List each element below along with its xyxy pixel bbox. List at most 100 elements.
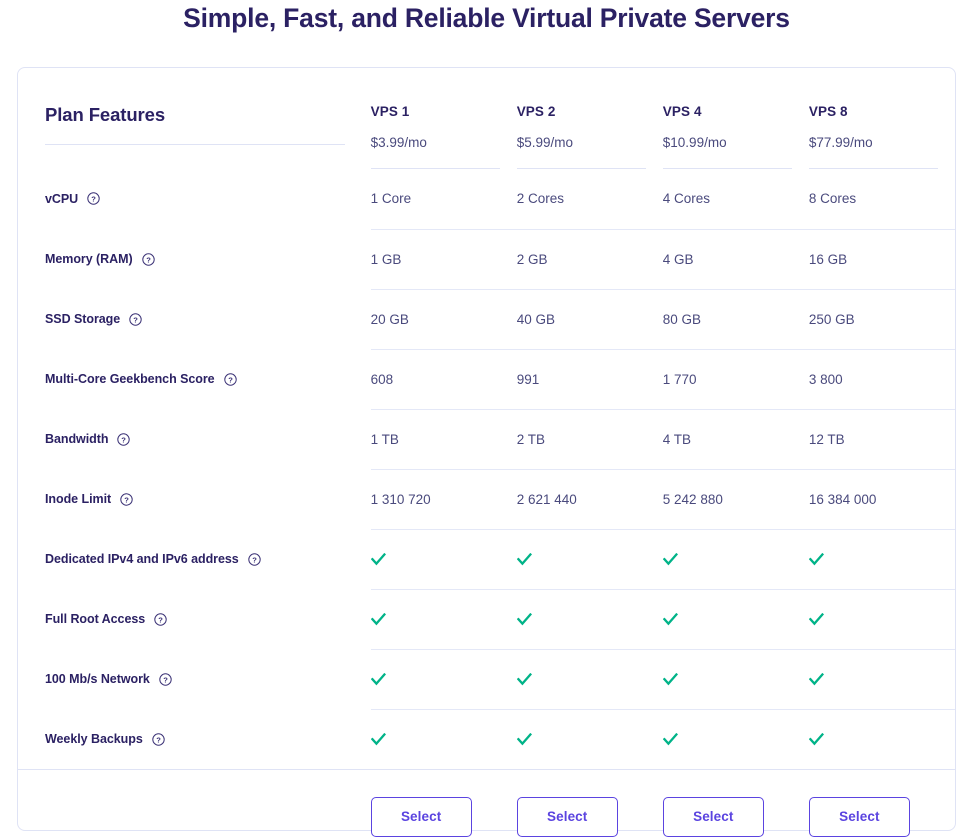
svg-text:?: ? xyxy=(124,495,129,504)
table-row: Dedicated IPv4 and IPv6 address? xyxy=(18,529,955,590)
feature-value-cell: 608 xyxy=(370,349,517,410)
feature-value-cell xyxy=(662,709,809,770)
feature-value-text: 250 GB xyxy=(808,311,855,327)
feature-value-text: 1 770 xyxy=(662,371,697,387)
table-row: Inode Limit? 1 310 720 2 621 440 5 242 880 1… xyxy=(18,469,955,530)
feature-value-text: 2 Cores xyxy=(516,191,564,207)
plan-name: VPS 4 xyxy=(662,104,702,119)
plan-price: $5.99/mo xyxy=(516,135,573,150)
feature-value-cell: 40 GB xyxy=(516,289,663,350)
feature-value-cell: 80 GB xyxy=(662,289,809,350)
feature-value-cell: 4 GB xyxy=(662,229,809,290)
feature-value-text: 1 GB xyxy=(370,251,402,267)
feature-label: SSD Storage? xyxy=(45,312,142,326)
feature-value-cell: 991 xyxy=(516,349,663,410)
feature-label: Full Root Access? xyxy=(45,612,167,626)
footer-spacer xyxy=(18,769,371,837)
check-icon xyxy=(516,732,663,746)
help-circle-icon[interactable]: ? xyxy=(247,552,261,566)
help-circle-icon[interactable]: ? xyxy=(87,192,100,205)
feature-value-cell xyxy=(516,709,663,770)
feature-value-cell: 1 TB xyxy=(370,409,517,470)
table-row: SSD Storage? 20 GB 40 GB 80 GB 250 GB xyxy=(18,289,955,350)
feature-value-cell: 1 Core xyxy=(370,169,517,230)
feature-value-cell: 250 GB xyxy=(808,289,955,350)
feature-label-cell: Bandwidth? xyxy=(18,409,371,469)
table-row: Bandwidth? 1 TB 2 TB 4 TB 12 TB xyxy=(18,409,955,470)
help-circle-icon[interactable]: ? xyxy=(223,372,237,386)
feature-label-cell: SSD Storage? xyxy=(18,289,371,349)
feature-value-text: 8 Cores xyxy=(808,191,857,207)
feature-value-text: 4 TB xyxy=(662,431,692,447)
feature-label-text: Full Root Access xyxy=(45,612,146,626)
plan-price: $77.99/mo xyxy=(808,135,873,150)
check-icon xyxy=(516,552,663,566)
feature-value-text: 4 Cores xyxy=(662,191,711,207)
help-circle-icon[interactable]: ? xyxy=(120,492,133,506)
feature-value-cell: 2 TB xyxy=(516,409,663,470)
feature-value-text: 80 GB xyxy=(662,311,702,327)
svg-text:?: ? xyxy=(133,315,138,324)
plan-header-row: Plan Features VPS 1 $3.99/mo VPS 2 $5.99… xyxy=(18,68,955,169)
feature-value-text: 5 242 880 xyxy=(662,491,723,507)
feature-label-text: Bandwidth xyxy=(45,432,109,446)
pricing-page: Simple, Fast, and Reliable Virtual Priva… xyxy=(0,0,973,837)
feature-value-text: 16 384 000 xyxy=(808,491,877,507)
feature-label-text: Multi-Core Geekbench Score xyxy=(45,372,215,386)
feature-value-cell: 2 GB xyxy=(516,229,663,290)
table-row: Memory (RAM)? 1 GB 2 GB 4 GB 16 GB xyxy=(18,229,955,290)
feature-label: Dedicated IPv4 and IPv6 address? xyxy=(45,552,261,566)
feature-value-cell xyxy=(516,589,663,650)
feature-value-cell xyxy=(662,649,809,710)
feature-value-cell xyxy=(808,709,955,770)
feature-value-text: 1 310 720 xyxy=(370,491,431,507)
feature-value-cell xyxy=(516,649,663,710)
select-cell-vps8: Select xyxy=(808,769,955,837)
page-title: Simple, Fast, and Reliable Virtual Priva… xyxy=(183,3,790,33)
check-icon xyxy=(808,672,955,686)
select-button-vps2[interactable]: Select xyxy=(516,796,618,837)
feature-value-cell: 1 310 720 xyxy=(370,469,517,530)
feature-value-text: 20 GB xyxy=(370,311,409,327)
feature-label-text: 100 Mb/s Network xyxy=(45,672,150,686)
feature-value-text: 4 GB xyxy=(662,251,694,267)
help-circle-icon[interactable]: ? xyxy=(154,612,167,626)
svg-text:?: ? xyxy=(146,255,151,264)
feature-value-text: 608 xyxy=(370,371,394,387)
table-header: Plan Features VPS 1 $3.99/mo VPS 2 $5.99… xyxy=(18,68,955,169)
feature-label: Memory (RAM)? xyxy=(45,252,155,266)
feature-value-text: 3 800 xyxy=(808,371,843,387)
table-footer: Select Select Select Select xyxy=(18,769,955,837)
check-icon xyxy=(516,612,663,626)
check-icon xyxy=(370,612,517,626)
feature-value-cell xyxy=(662,589,809,650)
feature-value-cell: 3 800 xyxy=(808,349,955,410)
check-icon xyxy=(662,732,809,746)
feature-value-cell: 16 GB xyxy=(808,229,955,290)
select-button-vps4[interactable]: Select xyxy=(662,796,764,837)
help-circle-icon[interactable]: ? xyxy=(159,672,172,686)
check-icon xyxy=(370,732,517,746)
plan-name: VPS 1 xyxy=(370,104,410,119)
feature-value-cell: 1 GB xyxy=(370,229,517,290)
feature-value-cell xyxy=(808,649,955,710)
help-circle-icon[interactable]: ? xyxy=(129,312,142,326)
select-button-vps1[interactable]: Select xyxy=(370,796,472,837)
header-rule-label xyxy=(45,144,345,145)
feature-value-text: 2 GB xyxy=(516,251,548,267)
plan-header-cell-vps4: VPS 4 $10.99/mo xyxy=(662,68,809,169)
svg-text:?: ? xyxy=(252,555,257,564)
select-button-vps8[interactable]: Select xyxy=(808,796,910,837)
feature-label-text: Memory (RAM) xyxy=(45,252,133,266)
feature-label-text: vCPU xyxy=(45,191,79,206)
plan-header-cell-vps1: VPS 1 $3.99/mo xyxy=(370,68,517,169)
select-cell-vps2: Select xyxy=(516,769,663,837)
feature-value-text: 12 TB xyxy=(808,431,845,447)
feature-value-cell xyxy=(662,529,809,590)
help-circle-icon[interactable]: ? xyxy=(141,252,155,266)
help-circle-icon[interactable]: ? xyxy=(117,432,131,446)
svg-text:?: ? xyxy=(163,675,168,684)
feature-value-text: 40 GB xyxy=(516,311,555,327)
help-circle-icon[interactable]: ? xyxy=(152,732,165,746)
feature-label-cell: Full Root Access? xyxy=(18,589,371,649)
